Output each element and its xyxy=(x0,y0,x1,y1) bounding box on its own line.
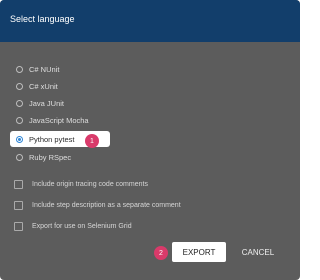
step-badge-2: 2 xyxy=(154,246,168,260)
radio-icon[interactable] xyxy=(16,116,23,124)
language-option-label: Java JUnit xyxy=(29,98,65,108)
language-option-label: Ruby RSpec xyxy=(29,152,72,162)
language-option-javascript-mocha[interactable]: JavaScript Mocha xyxy=(16,113,216,127)
checkbox-icon[interactable] xyxy=(14,221,23,231)
language-option-label: Python pytest xyxy=(29,134,75,144)
option-label: Include step description as a separate c… xyxy=(32,201,181,209)
checkbox-icon[interactable] xyxy=(14,200,23,210)
cancel-button[interactable]: CANCEL xyxy=(236,242,280,262)
radio-icon[interactable] xyxy=(16,82,23,90)
dialog-header: Select language xyxy=(0,0,300,42)
dialog-title: Select language xyxy=(10,14,75,24)
step-badge-1: 1 xyxy=(85,134,99,148)
language-option-label: JavaScript Mocha xyxy=(29,115,89,125)
checkbox-icon[interactable] xyxy=(14,179,23,189)
language-option-label: C# xUnit xyxy=(29,81,58,91)
language-option-ruby-rspec[interactable]: Ruby RSpec xyxy=(16,150,216,164)
option-origin-tracing[interactable]: Include origin tracing code comments xyxy=(14,178,244,190)
language-option-label: C# NUnit xyxy=(29,64,60,74)
export-button[interactable]: EXPORT xyxy=(172,242,226,262)
option-step-description[interactable]: Include step description as a separate c… xyxy=(14,199,244,211)
radio-icon[interactable] xyxy=(16,153,23,161)
option-label: Include origin tracing code comments xyxy=(32,180,148,188)
radio-selected-icon[interactable] xyxy=(16,135,23,143)
radio-icon[interactable] xyxy=(16,65,23,73)
select-language-dialog: Select language C# NUnit C# xUnit Java J… xyxy=(0,0,300,280)
radio-icon[interactable] xyxy=(16,99,23,107)
option-selenium-grid[interactable]: Export for use on Selenium Grid xyxy=(14,220,244,232)
option-label: Export for use on Selenium Grid xyxy=(32,222,132,230)
language-option-csharp-xunit[interactable]: C# xUnit xyxy=(16,79,216,93)
language-option-java-junit[interactable]: Java JUnit xyxy=(16,96,216,110)
language-option-csharp-nunit[interactable]: C# NUnit xyxy=(16,62,216,76)
